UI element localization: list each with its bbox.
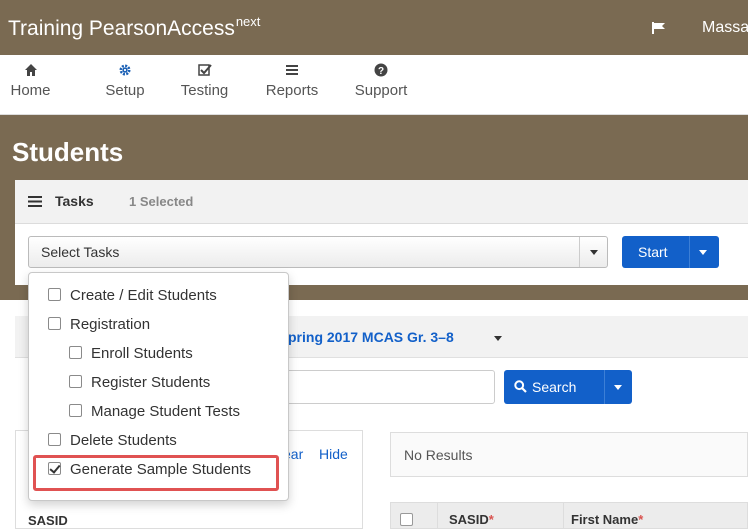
search-button[interactable]: Search <box>504 370 632 404</box>
nav-testing[interactable]: Testing <box>176 63 233 99</box>
chevron-down-icon <box>590 250 598 255</box>
main-nav: Home Setup Testing Reports ? Support <box>0 55 748 115</box>
nav-reports[interactable]: Reports <box>260 63 324 99</box>
task-option-enroll-students[interactable]: Enroll Students <box>69 345 193 362</box>
start-button[interactable]: Start <box>622 236 719 268</box>
task-checkbox[interactable] <box>69 404 82 417</box>
select-tasks-label: Select Tasks <box>41 244 120 260</box>
sasid-filter-header: SASID <box>28 513 68 528</box>
list-icon <box>28 196 42 207</box>
tasks-header: Tasks 1 Selected <box>15 180 748 224</box>
top-bar: Training PearsonAccessnext Massa <box>0 0 748 55</box>
task-option-register-students[interactable]: Register Students <box>69 374 210 391</box>
start-button-label: Start <box>638 244 668 260</box>
task-checkbox[interactable] <box>48 317 61 330</box>
search-button-label: Search <box>532 379 577 395</box>
flag-icon[interactable] <box>652 22 666 34</box>
results-text: No Results <box>404 447 473 463</box>
select-tasks-dropdown[interactable]: Select Tasks <box>28 236 608 268</box>
task-checkbox[interactable] <box>48 433 61 446</box>
highlight-annotation <box>33 455 279 491</box>
administration-selector[interactable]: pring 2017 MCAS Gr. 3–8 <box>288 329 454 345</box>
list-icon <box>260 63 324 79</box>
results-table-header: SASID* First Name* <box>390 502 748 529</box>
task-option-manage-student-tests[interactable]: Manage Student Tests <box>69 403 240 420</box>
svg-text:?: ? <box>378 66 384 77</box>
select-tasks-toggle[interactable] <box>579 237 607 267</box>
column-divider <box>437 503 438 529</box>
task-checkbox[interactable] <box>48 288 61 301</box>
chevron-down-icon[interactable] <box>614 385 622 390</box>
tasks-panel: Tasks 1 Selected <box>15 180 748 285</box>
column-divider <box>563 503 564 529</box>
chevron-down-icon[interactable] <box>494 336 502 341</box>
task-option-registration[interactable]: Registration <box>48 316 150 333</box>
hide-link[interactable]: Hide <box>319 446 348 462</box>
search-icon <box>514 380 527 393</box>
task-option-create-edit-students[interactable]: Create / Edit Students <box>48 287 217 304</box>
nav-setup[interactable]: Setup <box>102 63 148 99</box>
checkbox-icon <box>176 63 233 79</box>
select-all-checkbox[interactable] <box>400 513 413 526</box>
tasks-title: Tasks <box>55 193 94 209</box>
nav-support[interactable]: ? Support <box>351 63 411 99</box>
task-checkbox[interactable] <box>69 375 82 388</box>
start-button-divider <box>689 236 690 268</box>
task-checkbox[interactable] <box>69 346 82 359</box>
column-header-sasid[interactable]: SASID* <box>449 512 494 527</box>
question-icon: ? <box>351 63 411 79</box>
home-icon <box>8 63 53 79</box>
nav-home[interactable]: Home <box>8 63 53 99</box>
chevron-down-icon[interactable] <box>699 250 707 255</box>
search-button-divider <box>604 370 605 404</box>
results-bar: No Results <box>390 432 748 477</box>
gear-icon <box>102 63 148 79</box>
tasks-selected-count: 1 Selected <box>129 194 194 209</box>
organization-label[interactable]: Massa <box>702 19 748 37</box>
task-option-delete-students[interactable]: Delete Students <box>48 432 177 449</box>
brand-title[interactable]: Training PearsonAccessnext <box>8 14 260 41</box>
column-header-first-name[interactable]: First Name* <box>571 512 643 527</box>
page-title: Students <box>12 137 124 167</box>
